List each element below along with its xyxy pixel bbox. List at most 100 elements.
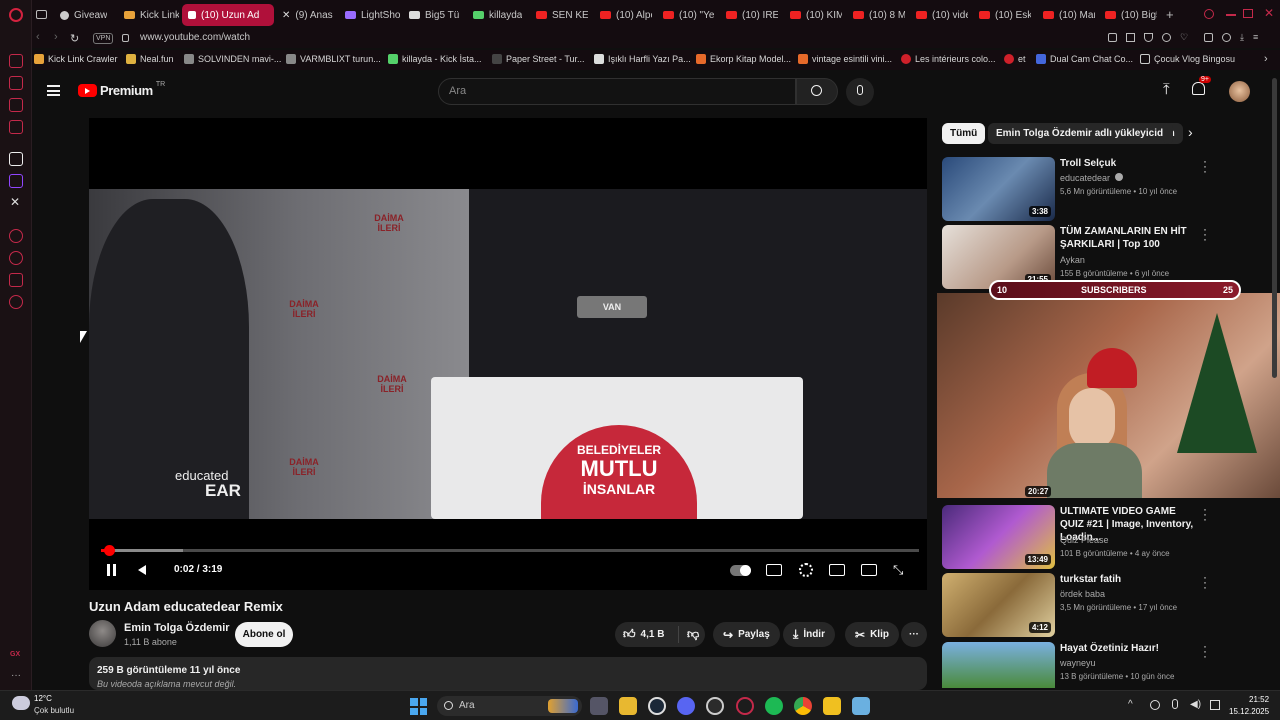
tray-chevron-icon[interactable]: ^ (1128, 699, 1133, 710)
new-tab-icon[interactable]: + (1166, 7, 1174, 22)
history-icon[interactable] (9, 251, 23, 265)
channel-avatar[interactable] (89, 620, 116, 647)
recommendation-item[interactable]: 4:12 turkstar fatih ördek baba 3,5 Mn gö… (942, 571, 1262, 637)
more-vertical-icon[interactable]: · · · (1200, 640, 1210, 662)
hamburger-menu-icon[interactable] (47, 85, 60, 96)
recommendation-item[interactable]: 3:38 Troll Selçuk educatedear 5,6 Mn gör… (942, 155, 1262, 221)
task-view-icon[interactable] (590, 697, 608, 715)
voice-search-button[interactable] (846, 78, 874, 106)
more-icon[interactable]: ··· (11, 670, 21, 681)
like-button[interactable]: 👍︎ 4,1 B (615, 627, 673, 642)
account-avatar[interactable] (1229, 81, 1250, 102)
bookmark[interactable]: Neal.fun (126, 54, 174, 64)
player-icon[interactable] (9, 229, 23, 243)
back-icon[interactable]: ‹ (36, 31, 40, 43)
reload-icon[interactable]: ↻ (70, 32, 79, 45)
bookmark[interactable]: killayda - Kick İsta... (388, 54, 482, 64)
tab[interactable]: (10) Alpe (600, 5, 652, 25)
tab[interactable]: (10) Big5 (1105, 5, 1157, 25)
aria-icon[interactable] (9, 54, 23, 68)
description-box[interactable]: 259 B görüntüleme 11 yıl önce Bu videoda… (89, 657, 927, 690)
chip-partial[interactable] (1163, 123, 1173, 144)
share-button[interactable]: ↪ Paylaş (713, 622, 780, 647)
search-input[interactable]: Ara (438, 78, 796, 105)
bookmark[interactable]: Dual Cam Chat Co... (1036, 54, 1133, 64)
notepad-icon[interactable] (852, 697, 870, 715)
subtitles-button[interactable] (764, 562, 786, 578)
weather-icon[interactable] (12, 696, 30, 710)
forward-icon[interactable]: › (54, 31, 58, 43)
youtube-logo[interactable]: Premium TR (78, 81, 165, 98)
tab[interactable]: (10) Eski (979, 5, 1031, 25)
x-app-icon[interactable]: ✕ (10, 195, 20, 209)
recommendation-channel[interactable]: Aykan (1060, 255, 1085, 265)
tab[interactable]: Giveaw (60, 5, 118, 25)
upload-icon[interactable]: ⤒ (1163, 81, 1170, 98)
volume-button[interactable] (135, 562, 157, 578)
search-highlight-icon[interactable] (548, 699, 578, 713)
tab[interactable]: (10) KİM (790, 5, 842, 25)
tab[interactable]: (10) İREM (726, 5, 778, 25)
extensions-icon[interactable] (1204, 33, 1213, 42)
recommendation-channel[interactable]: educatedear (1060, 173, 1123, 183)
bookmark[interactable]: VARMBLIXT turun... (286, 54, 381, 64)
close-window-icon[interactable]: ✕ (1264, 6, 1274, 20)
url-field[interactable]: www.youtube.com/watch (140, 32, 250, 43)
tab[interactable]: (10) Mar (1043, 5, 1095, 25)
recommendation-channel[interactable]: ördek baba (1060, 589, 1105, 599)
download-button[interactable]: ⤓ İndir (783, 622, 835, 647)
github-desktop-icon[interactable] (706, 697, 724, 715)
more-vertical-icon[interactable]: · · · (1200, 503, 1210, 525)
bookmark[interactable]: Işıklı Harfli Yazı Pa... (594, 54, 691, 64)
more-vertical-icon[interactable]: · · · (1200, 155, 1210, 177)
pinboard-icon[interactable] (9, 273, 23, 287)
spotify-icon[interactable] (765, 697, 783, 715)
tab[interactable]: LightSho (345, 5, 403, 25)
download-icon[interactable]: ⤓ (1240, 33, 1244, 42)
bookmark[interactable]: et (1004, 54, 1026, 64)
recommendation-thumbnail[interactable] (942, 642, 1055, 688)
recommendation-title[interactable]: Hayat Özetiniz Hazır! (1060, 642, 1200, 655)
tab-active[interactable]: (10) Uzun Ad (182, 4, 274, 26)
fullscreen-button[interactable]: ⤡ (891, 562, 913, 578)
recommendation-title[interactable]: Troll Selçuk (1060, 157, 1200, 170)
chrome-icon[interactable] (794, 697, 812, 715)
progress-bar[interactable] (101, 545, 919, 556)
recommendation-item[interactable]: Hayat Özetiniz Hazır! wayneyu 13 B görün… (942, 640, 1262, 688)
recommendation-title[interactable]: TÜM ZAMANLARIN EN HİT ŞARKILARI | Top 10… (1060, 225, 1200, 251)
recommendation-thumbnail[interactable]: 4:12 (942, 573, 1055, 637)
tray-app-icon[interactable] (1150, 700, 1160, 710)
progress-scrubber[interactable] (104, 545, 116, 556)
chip-all[interactable]: Tümü (942, 123, 986, 144)
twitch-icon[interactable] (9, 174, 23, 188)
clip-button[interactable]: ✂ Klip (845, 622, 899, 647)
kick-app-icon[interactable] (9, 152, 23, 166)
recommendation-channel[interactable]: wayneyu (1060, 658, 1096, 668)
tab[interactable]: (10) 8 M (853, 5, 905, 25)
steam-icon[interactable] (648, 697, 666, 715)
more-vertical-icon[interactable]: · · · (1200, 571, 1210, 593)
bookmark[interactable]: Çocuk Vlog Bingosu (1140, 54, 1235, 64)
app-icon[interactable] (823, 697, 841, 715)
channel-name[interactable]: Emin Tolga Özdemir (124, 622, 230, 634)
page-scrollbar[interactable] (1272, 78, 1277, 378)
chip-uploader[interactable]: Emin Tolga Özdemir adlı yükleyiciden (988, 123, 1183, 144)
cast-button[interactable] (859, 562, 881, 578)
vpn-badge[interactable]: VPN (93, 33, 114, 44)
discord-icon[interactable] (677, 697, 695, 715)
weather-temp[interactable]: 12°C (34, 694, 52, 703)
recommendation-thumbnail[interactable]: 13:49 (942, 505, 1055, 569)
recommendation-title[interactable]: turkstar fatih (1060, 573, 1200, 586)
dislike-button[interactable]: 👎︎ (678, 626, 699, 643)
extract-icon[interactable] (1126, 33, 1135, 42)
opera-gx-icon[interactable] (736, 697, 754, 715)
more-vertical-icon[interactable]: · · · (1200, 223, 1210, 245)
player-addr-icon[interactable] (1162, 33, 1171, 42)
gx-icon[interactable]: GX (10, 651, 20, 658)
recommendation-channel[interactable]: Quiz Please (1060, 535, 1109, 545)
tray-volume-icon[interactable]: ◀) (1190, 699, 1201, 710)
maximize-icon[interactable] (1243, 9, 1253, 18)
tab[interactable]: (10) "Ye (663, 5, 715, 25)
snapshot-icon[interactable] (1108, 33, 1117, 42)
tab[interactable]: Big5 Tür (409, 5, 459, 25)
